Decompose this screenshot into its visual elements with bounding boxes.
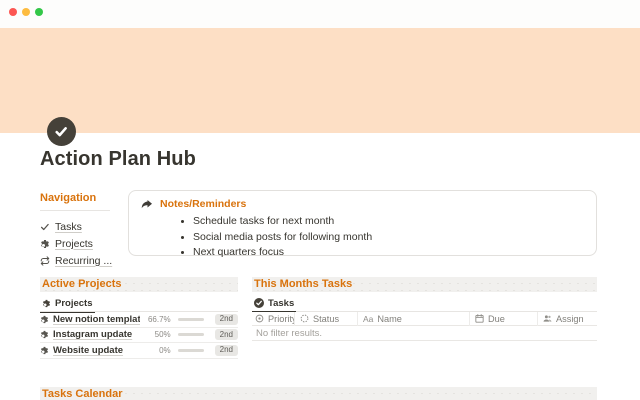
column-label: Assign bbox=[556, 313, 584, 324]
projects-tab-bar: Projects bbox=[40, 295, 238, 313]
position-badge: 2nd bbox=[214, 313, 238, 325]
page-title: Action Plan Hub bbox=[40, 148, 196, 170]
check-icon bbox=[40, 222, 50, 232]
nav-link-label: Projects bbox=[55, 237, 93, 250]
tasks-calendar-heading: Tasks Calendar bbox=[40, 387, 597, 400]
nav-link-label: Recurring ... bbox=[55, 254, 113, 267]
gear-icon bbox=[40, 330, 49, 339]
window-close-button[interactable] bbox=[9, 8, 17, 16]
column-header-assign[interactable]: Assign bbox=[537, 311, 597, 326]
position-badge: 2nd bbox=[214, 344, 238, 356]
active-projects-heading: Active Projects bbox=[40, 277, 238, 292]
callout-bullet-list: Schedule tasks for next month Social med… bbox=[141, 214, 584, 261]
column-header-priority[interactable]: Priority bbox=[252, 312, 294, 326]
tab-label: Tasks bbox=[268, 297, 295, 309]
progress-bar bbox=[177, 348, 204, 352]
check-circle-icon bbox=[254, 298, 264, 308]
notion-window: Action Plan Hub Navigation Tasks Project… bbox=[0, 0, 640, 400]
navigation-section: Navigation Tasks Projects Recurring ... bbox=[40, 192, 126, 269]
status-circle-icon bbox=[300, 314, 309, 323]
progress-percent: 66.7% bbox=[147, 314, 171, 324]
column-header-status[interactable]: Status bbox=[294, 311, 357, 326]
gear-icon bbox=[40, 239, 50, 249]
nav-link-tasks[interactable]: Tasks bbox=[40, 218, 126, 235]
people-icon bbox=[543, 314, 552, 323]
column-label: Name bbox=[377, 313, 402, 324]
nav-link-projects[interactable]: Projects bbox=[40, 235, 126, 252]
navigation-links: Tasks Projects Recurring ... bbox=[40, 218, 126, 269]
text-aa-icon: Aa bbox=[363, 313, 374, 324]
navigation-heading: Navigation bbox=[40, 192, 110, 211]
callout-bullet: Schedule tasks for next month bbox=[193, 214, 584, 230]
column-label: Priority bbox=[268, 313, 294, 324]
position-badge: 2nd bbox=[214, 329, 238, 341]
tasks-tab-bar: Tasks bbox=[252, 295, 597, 312]
nav-link-recurring[interactable]: Recurring ... bbox=[40, 252, 126, 269]
progress-bar bbox=[177, 317, 204, 321]
callout-title: Notes/Reminders bbox=[160, 198, 247, 210]
project-page-link[interactable]: Instagram update bbox=[53, 329, 140, 340]
page-cover-image[interactable] bbox=[0, 28, 640, 133]
table-row[interactable]: Instagram update 50% 2nd bbox=[40, 328, 238, 343]
empty-results-message: No filter results. bbox=[252, 326, 597, 341]
tab-label: Projects bbox=[55, 298, 93, 309]
column-header-due[interactable]: Due bbox=[469, 311, 537, 326]
gear-icon bbox=[42, 299, 51, 308]
gear-icon bbox=[40, 315, 49, 324]
notes-reminders-callout: Notes/Reminders Schedule tasks for next … bbox=[128, 190, 597, 258]
window-minimize-button[interactable] bbox=[22, 8, 30, 16]
progress-percent: 0% bbox=[159, 345, 171, 355]
recurring-icon bbox=[40, 256, 50, 266]
callout-bullet: Social media posts for following month bbox=[193, 230, 584, 246]
priority-circle-icon bbox=[255, 314, 264, 323]
calendar-icon bbox=[475, 314, 484, 323]
forward-arrow-icon bbox=[141, 198, 153, 210]
gear-icon bbox=[40, 346, 49, 355]
callout-title-row: Notes/Reminders bbox=[141, 198, 584, 210]
column-label: Status bbox=[313, 313, 340, 324]
tab-projects[interactable]: Projects bbox=[40, 296, 95, 313]
progress-percent: 50% bbox=[154, 330, 171, 340]
progress-bar bbox=[177, 333, 204, 337]
active-projects-table: New notion template 66.7% 2nd Instagram … bbox=[40, 312, 238, 359]
column-header-name[interactable]: Aa Name bbox=[357, 311, 469, 326]
this-months-tasks-heading: This Months Tasks bbox=[252, 277, 597, 292]
tab-tasks[interactable]: Tasks bbox=[252, 295, 297, 312]
check-icon bbox=[55, 127, 67, 137]
column-label: Due bbox=[488, 313, 505, 324]
table-row[interactable]: Website update 0% 2nd bbox=[40, 343, 238, 359]
callout-bullet: Next quarters focus bbox=[193, 245, 584, 261]
window-zoom-button[interactable] bbox=[35, 8, 43, 16]
nav-link-label: Tasks bbox=[55, 220, 82, 233]
window-titlebar bbox=[0, 0, 640, 28]
page-icon[interactable] bbox=[47, 117, 76, 146]
tasks-table-header: Priority Status Aa Name Due Assign bbox=[252, 311, 597, 326]
table-row[interactable]: New notion template 66.7% 2nd bbox=[40, 312, 238, 328]
project-page-link[interactable]: Website update bbox=[53, 345, 140, 356]
project-page-link[interactable]: New notion template bbox=[53, 314, 140, 325]
